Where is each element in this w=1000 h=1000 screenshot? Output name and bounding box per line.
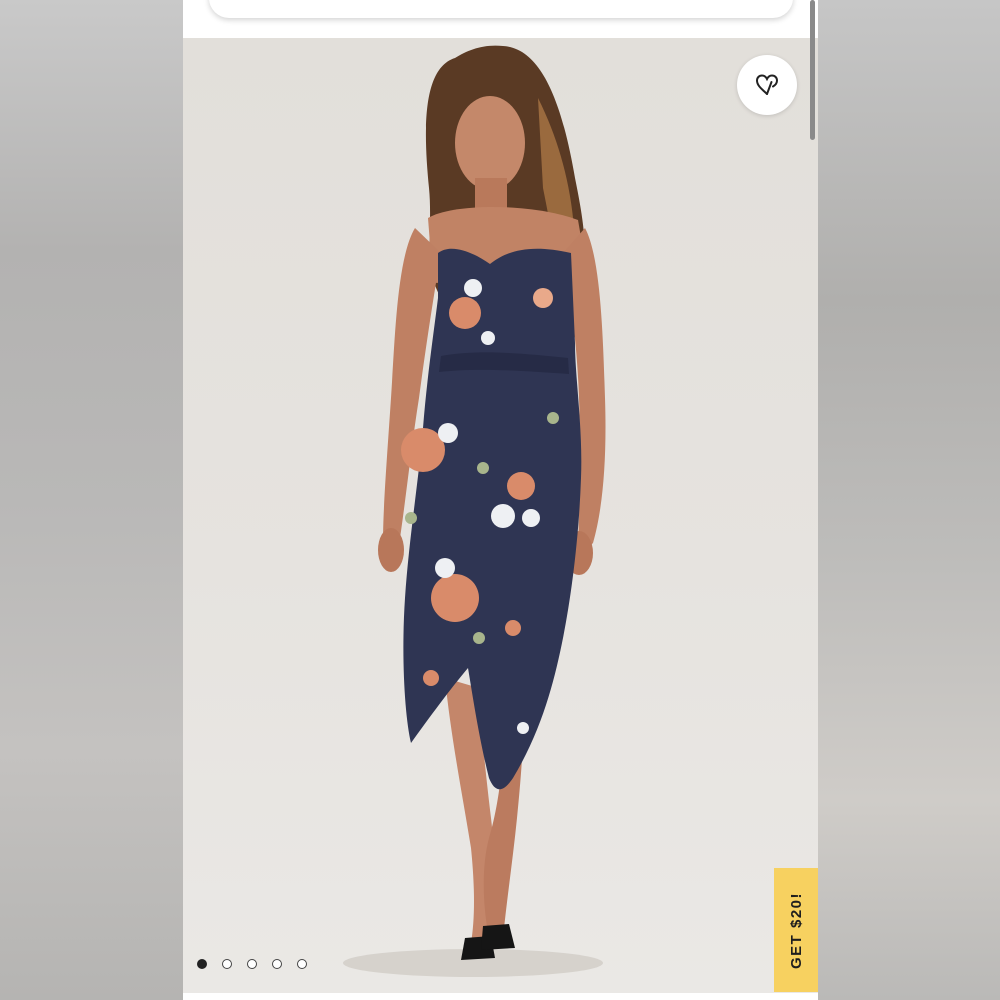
face bbox=[455, 96, 525, 190]
blurred-right-gutter bbox=[818, 0, 1000, 1000]
carousel-dot-2[interactable] bbox=[222, 959, 232, 969]
carousel-dot-1[interactable] bbox=[197, 959, 207, 969]
carousel-dot-5[interactable] bbox=[297, 959, 307, 969]
get-20-promo-tab[interactable]: GET $20! bbox=[774, 868, 818, 992]
carousel-dot-3[interactable] bbox=[247, 959, 257, 969]
heart-outline-icon bbox=[755, 74, 779, 95]
hand-left bbox=[378, 528, 404, 572]
sandal-right bbox=[481, 924, 515, 950]
wishlist-button[interactable] bbox=[737, 55, 797, 115]
product-image[interactable] bbox=[183, 38, 818, 993]
carousel-dot-4[interactable] bbox=[272, 959, 282, 969]
blurred-left-gutter bbox=[0, 0, 183, 1000]
promo-label: GET $20! bbox=[788, 891, 805, 969]
bottom-strip bbox=[183, 993, 818, 1000]
carousel-dots bbox=[197, 959, 307, 969]
search-bar[interactable] bbox=[209, 0, 793, 18]
scrollbar[interactable] bbox=[810, 0, 815, 140]
model-photo bbox=[343, 45, 606, 977]
phone-screen: GET $20! bbox=[183, 0, 818, 1000]
top-bar bbox=[183, 0, 818, 38]
